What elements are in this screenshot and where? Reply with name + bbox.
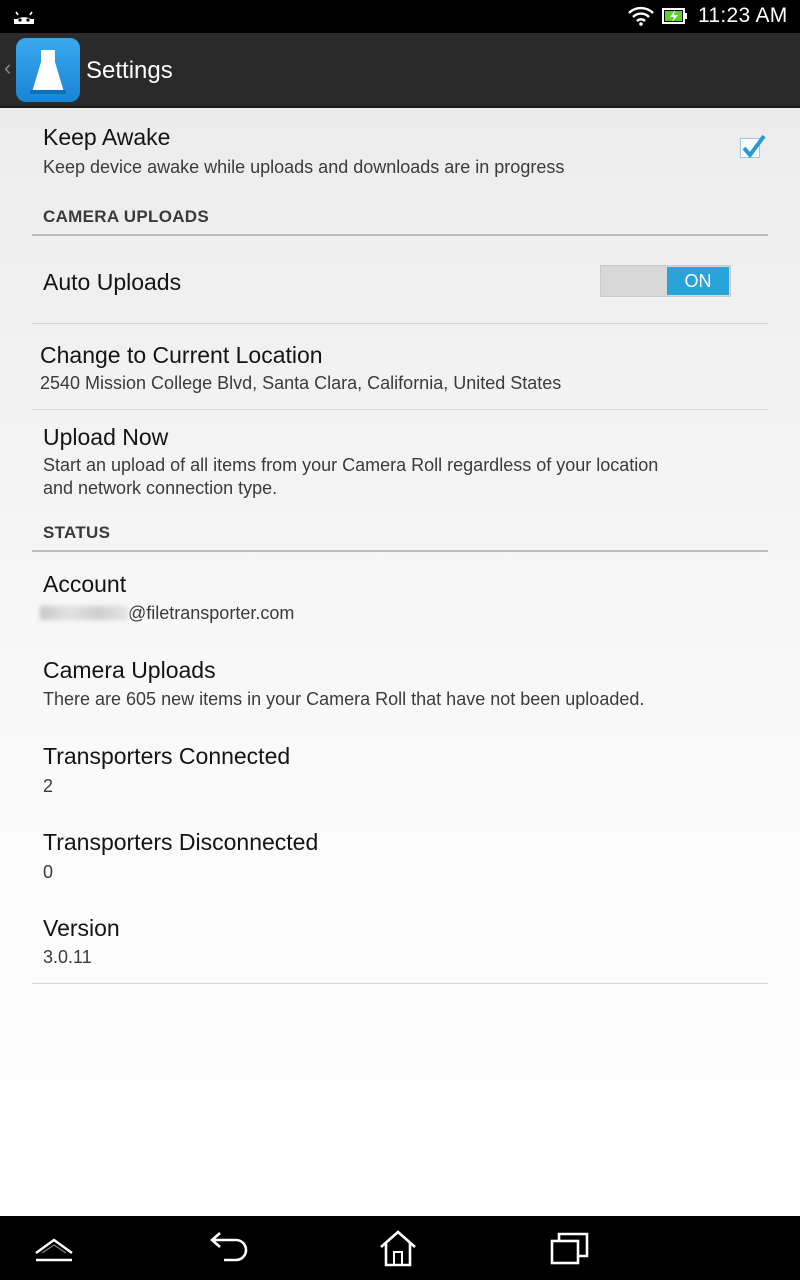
version-title: Version <box>43 915 120 941</box>
version-value: 3.0.11 <box>43 947 92 967</box>
transporters-disconnected-row: Transporters Disconnected 0 <box>32 810 768 896</box>
camera-uploads-status-summary: There are 605 new items in your Camera R… <box>43 689 645 709</box>
transporters-connected-row: Transporters Connected 2 <box>32 724 768 810</box>
transporters-disconnected-value: 0 <box>43 862 54 882</box>
transporters-disconnected-title: Transporters Disconnected <box>43 829 319 855</box>
checkmark-icon <box>742 134 766 159</box>
keep-awake-checkbox[interactable] <box>740 134 766 159</box>
status-time: 11:23 AM <box>698 4 788 27</box>
keep-awake-row[interactable]: Keep Awake Keep device awake while uploa… <box>32 108 768 192</box>
divider <box>32 983 768 984</box>
status-bar: 11:23 AM <box>0 0 800 33</box>
category-camera-uploads: CAMERA UPLOADS <box>43 207 210 226</box>
upload-now-title: Upload Now <box>43 424 169 450</box>
app-icon[interactable] <box>16 38 80 102</box>
toggle-on-label: ON <box>667 267 729 295</box>
upload-now-summary-line2: and network connection type. <box>43 478 278 498</box>
account-email-domain: @filetransporter.com <box>128 603 295 623</box>
page-title: Settings <box>86 57 173 84</box>
transporters-connected-title: Transporters Connected <box>43 743 291 769</box>
change-location-summary: 2540 Mission College Blvd, Santa Clara, … <box>40 373 562 393</box>
transporters-connected-value: 2 <box>43 776 54 796</box>
home-icon[interactable] <box>378 1228 418 1268</box>
recent-apps-icon[interactable] <box>549 1230 591 1266</box>
keep-awake-title: Keep Awake <box>43 124 171 150</box>
up-caret-icon[interactable]: ‹ <box>4 57 11 79</box>
wifi-icon <box>628 6 654 26</box>
account-email: @filetransporter.com <box>40 602 294 625</box>
upload-now-row[interactable]: Upload Now Start an upload of all items … <box>32 410 768 510</box>
category-status: STATUS <box>43 523 111 542</box>
back-icon[interactable] <box>208 1229 250 1265</box>
camera-uploads-status-title: Camera Uploads <box>43 657 216 683</box>
upload-now-summary-line1: Start an upload of all items from your C… <box>43 455 659 475</box>
change-location-title: Change to Current Location <box>40 342 323 368</box>
menu-up-icon[interactable] <box>33 1233 75 1263</box>
android-icon <box>14 11 34 24</box>
change-location-row[interactable]: Change to Current Location 2540 Mission … <box>32 324 768 409</box>
account-row: Account @filetransporter.com <box>32 552 768 638</box>
battery-charging-icon <box>662 8 687 24</box>
keep-awake-summary: Keep device awake while uploads and down… <box>43 157 565 177</box>
auto-uploads-title: Auto Uploads <box>43 269 182 295</box>
account-title: Account <box>43 571 127 597</box>
redacted-username <box>40 606 128 620</box>
navigation-bar <box>0 1216 800 1280</box>
version-row: Version 3.0.11 <box>32 896 768 982</box>
camera-uploads-status-row: Camera Uploads There are 605 new items i… <box>32 638 768 724</box>
action-bar: ‹ Settings <box>0 33 800 108</box>
auto-uploads-toggle[interactable]: ON <box>600 265 731 297</box>
